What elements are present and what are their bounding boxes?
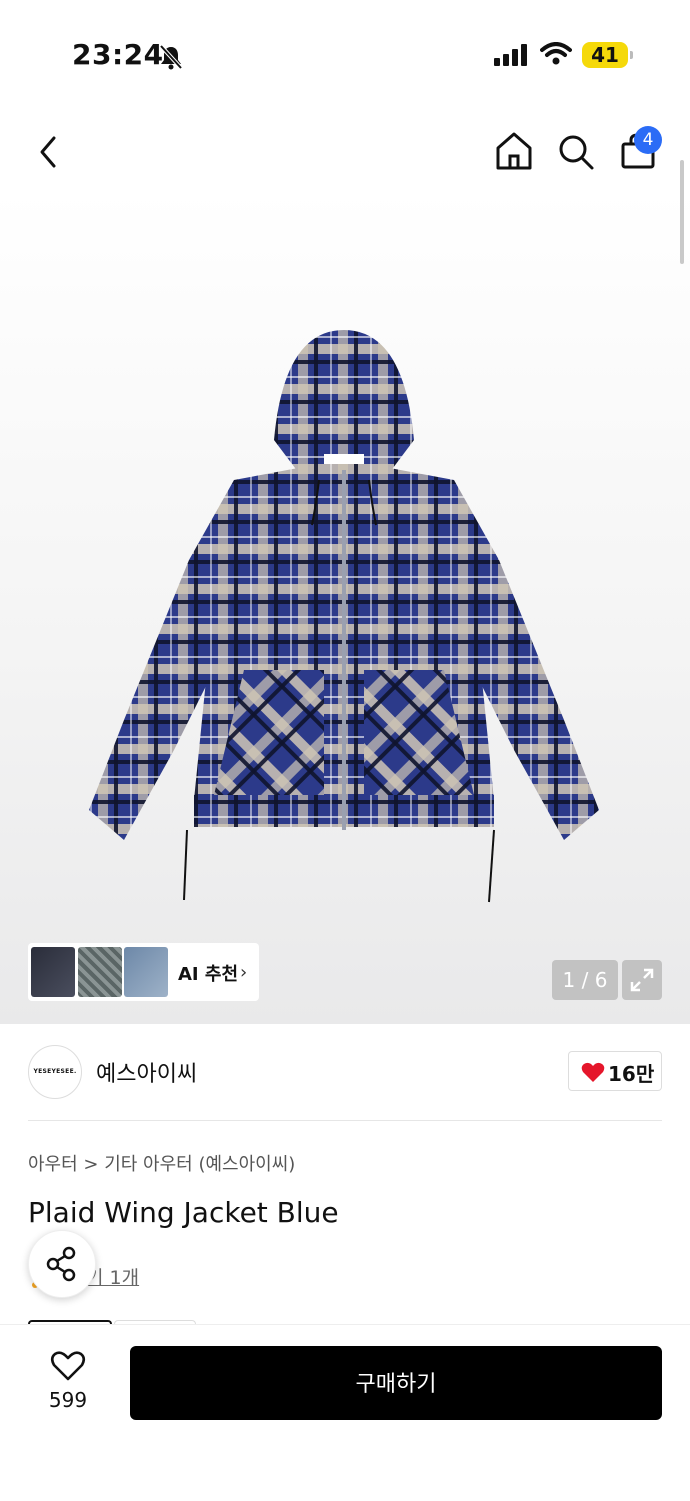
bell-muted-icon [159,44,183,70]
heart-filled-icon [581,1062,605,1082]
wifi-icon [540,42,572,65]
share-icon [46,1246,76,1282]
share-button[interactable] [28,1230,96,1298]
product-title: Plaid Wing Jacket Blue [28,1196,339,1229]
expand-icon[interactable] [622,960,662,1000]
cellular-signal-icon [494,44,527,66]
scrollbar[interactable] [680,160,684,264]
back-arrow-icon[interactable] [30,132,70,172]
chevron-right-icon: › [240,962,248,983]
buy-button[interactable]: 구매하기 [130,1346,662,1420]
category-breadcrumb[interactable]: 아우터 > 기타 아우터 (예스아이씨) [28,1150,295,1176]
brand-like-count: 16만 [608,1062,655,1086]
divider [28,1120,662,1121]
cart-count-badge: 4 [634,126,662,154]
recommendation-thumb[interactable] [78,947,122,997]
brand-logo[interactable]: YESEYESEE. [28,1045,82,1099]
wishlist-count: 599 [48,1388,88,1412]
brand-name[interactable]: 예스아이씨 [96,1056,197,1088]
heart-outline-icon[interactable] [50,1350,86,1382]
status-time: 23:24 [72,38,164,71]
product-image[interactable] [84,330,604,910]
ai-recommendation-label: AI 추천 [178,964,239,985]
recommendation-thumb[interactable] [31,947,75,997]
search-icon[interactable] [556,132,596,172]
image-pager: 1 / 6 [552,960,618,1000]
home-icon[interactable] [494,130,534,172]
recommendation-thumb[interactable] [124,947,168,997]
battery-indicator: 41 [582,42,628,68]
battery-cap [630,51,633,59]
